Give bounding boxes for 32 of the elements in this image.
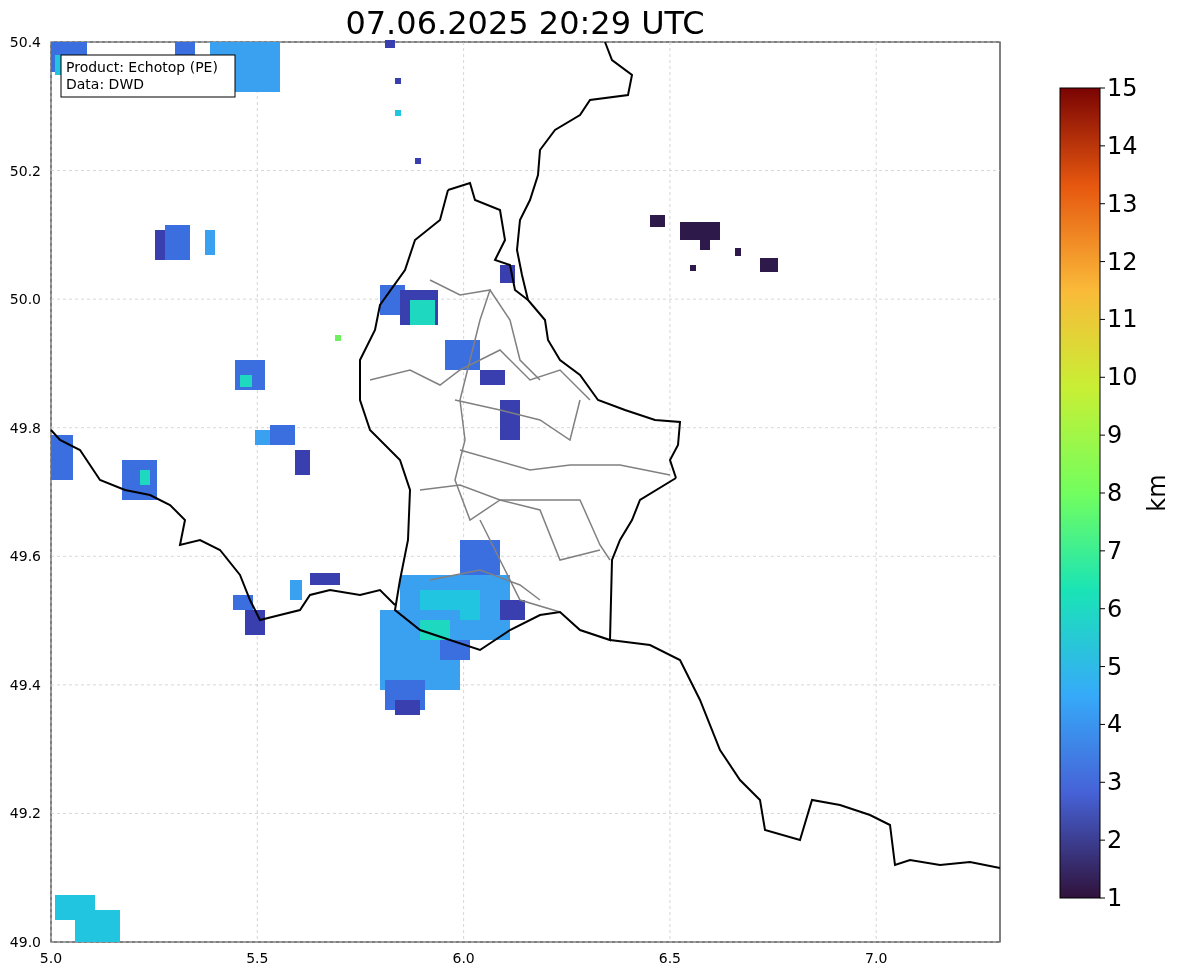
x-tick-label: 5.0	[39, 950, 63, 966]
colorbar-tick-label: 6	[1107, 594, 1123, 623]
x-tick-label: 7.0	[865, 950, 888, 966]
y-tick-label: 49.2	[9, 805, 41, 822]
colorbar-tick-label: 15	[1107, 74, 1138, 102]
colorbar-tick-label: 9	[1107, 421, 1123, 450]
x-tick-label: 6.5	[658, 950, 682, 966]
colorbar-tick-label: 10	[1107, 363, 1138, 392]
colorbar-tick-label: 12	[1107, 247, 1138, 276]
colorbar-tick-label: 14	[1107, 131, 1138, 160]
y-tick-label: 49.8	[9, 419, 41, 436]
y-tick-label: 49.4	[9, 676, 41, 693]
y-tick-label: 50.4	[9, 34, 41, 50]
colorbar-label: km	[1143, 474, 1171, 512]
colorbar-tick-label: 4	[1107, 710, 1123, 739]
colorbar-tick-label: 7	[1107, 536, 1123, 565]
y-tick-label: 50.2	[9, 162, 41, 179]
y-tick-label: 50.0	[9, 291, 41, 308]
y-tick-label: 49.6	[9, 548, 41, 565]
colorbar-tick-label: 2	[1107, 826, 1123, 855]
chart-title: 07.06.2025 20:29 UTC	[345, 4, 705, 42]
colorbar-tick-label: 1	[1107, 884, 1123, 912]
colorbar-tick-label: 13	[1107, 189, 1138, 218]
colorbar-tick-label: 8	[1107, 479, 1123, 507]
colorbar-tick-label: 5	[1107, 652, 1123, 681]
colorbar-tick-label: 3	[1107, 768, 1123, 797]
y-tick-label: 49.0	[9, 934, 41, 950]
colorbar-tick-label: 11	[1107, 305, 1138, 334]
x-tick-label: 6.0	[452, 950, 475, 966]
info-text: Data: DWD	[66, 76, 144, 92]
info-text: Product: Echotop (PE)	[66, 59, 218, 75]
x-tick-label: 5.5	[246, 950, 269, 966]
